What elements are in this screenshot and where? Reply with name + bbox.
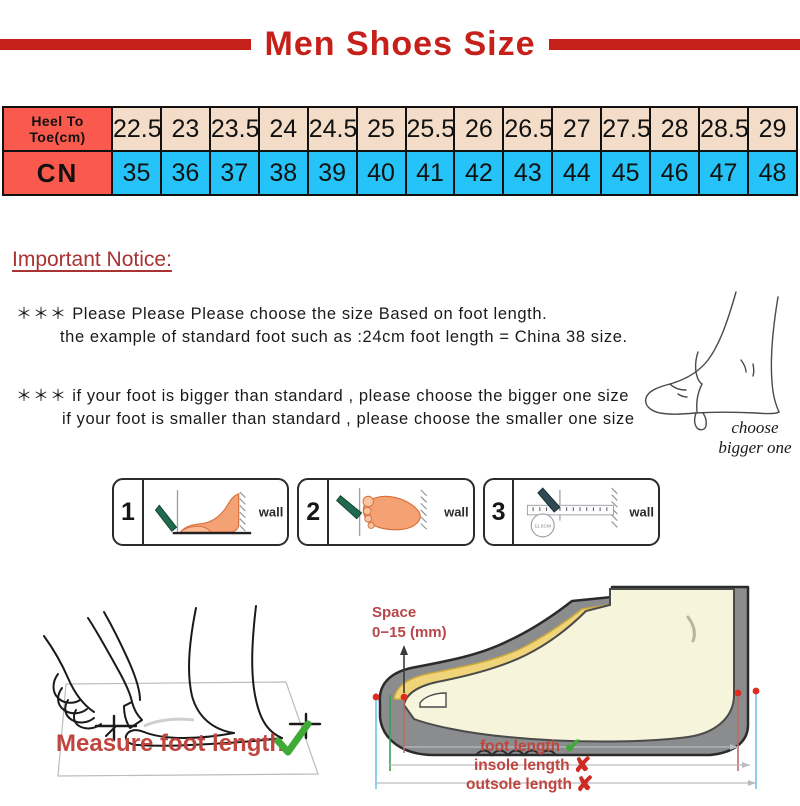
cell-cm: 28 xyxy=(649,106,701,152)
cell-cm: 29 xyxy=(746,106,799,152)
space-label-line2: 0−15 (mm) xyxy=(372,624,447,642)
cell-cn: 40 xyxy=(355,150,407,196)
space-label-line1: Space xyxy=(372,604,417,621)
cell-cm: 23.5 xyxy=(208,106,260,152)
notice-line-1: ＊＊＊ Please Please Please choose the size… xyxy=(16,300,547,324)
label-insole-length-text: insole length xyxy=(474,756,570,774)
ruler-badge-text: 11.5CM xyxy=(535,523,551,529)
cross-icon: ✘ xyxy=(575,773,594,796)
cell-cn: 36 xyxy=(159,150,211,196)
notice-heading: Important Notice: xyxy=(12,248,172,271)
step-number-1: 1 xyxy=(114,480,144,544)
row-header-cn: CN xyxy=(2,150,113,196)
wall-label-1: wall xyxy=(258,504,284,520)
notice-line-3: ＊＊＊ if your foot is bigger than standard… xyxy=(16,382,629,406)
step-3-illustration: 11.5CM wall xyxy=(514,480,658,544)
cell-cm: 26.5 xyxy=(502,106,554,152)
cell-cn: 41 xyxy=(404,150,456,196)
cell-cn: 45 xyxy=(600,150,652,196)
choose-bigger-line1: choose xyxy=(731,418,779,437)
label-outsole-length-text: outsole length xyxy=(466,775,572,793)
step-panel-1: 1 wall xyxy=(112,478,290,546)
label-insole-length: insole length ✘ xyxy=(474,755,591,776)
table-row-heel-to-toe: Heel To Toe(cm) 22.5 23 23.5 24 24.5 25 … xyxy=(2,106,799,152)
cell-cn: 37 xyxy=(208,150,260,196)
page-title: Men Shoes Size xyxy=(264,25,536,63)
step-number-2: 2 xyxy=(299,480,330,544)
measuring-steps: 1 wall 2 wall 3 11.5CM wall xyxy=(112,478,660,546)
notice-stars: ＊＊＊ xyxy=(16,306,68,323)
cell-cn: 48 xyxy=(746,150,799,196)
notice-line-3-text: if your foot is bigger than standard , p… xyxy=(72,387,630,405)
cell-cn: 39 xyxy=(306,150,358,196)
notice-stars: ＊＊＊ xyxy=(16,388,68,405)
step-panel-3: 3 11.5CM wall xyxy=(482,478,660,546)
cell-cn: 35 xyxy=(111,150,162,196)
choose-bigger-line2: bigger one xyxy=(718,437,792,457)
row-header-heel-to-toe: Heel To Toe(cm) xyxy=(2,106,113,152)
wall-label-3: wall xyxy=(629,504,654,520)
cell-cn: 47 xyxy=(698,150,749,196)
step-2-illustration: wall xyxy=(329,480,473,544)
cell-cm: 25.5 xyxy=(404,106,456,152)
cell-cn: 44 xyxy=(551,150,603,196)
wall-label-2: wall xyxy=(444,504,469,520)
cell-cn: 46 xyxy=(649,150,701,196)
cell-cm: 23 xyxy=(159,106,211,152)
page-title-bar: Men Shoes Size xyxy=(0,18,800,70)
choose-bigger-caption: choose bigger one xyxy=(700,418,800,457)
measure-foot-length-panel: Measure foot length xyxy=(18,578,358,783)
cell-cn: 43 xyxy=(502,150,554,196)
title-rule-right xyxy=(549,38,800,50)
space-label: Space 0−15 (mm) xyxy=(372,603,447,644)
shoe-cross-section-panel: Space 0−15 (mm) foot length ✔ insole len… xyxy=(358,575,800,801)
step-panel-2: 2 wall xyxy=(297,478,475,546)
step-1-illustration: wall xyxy=(144,480,288,544)
cell-cm: 25 xyxy=(355,106,407,152)
cell-cn: 42 xyxy=(453,150,505,196)
notice-line-4: if your foot is smaller than standard , … xyxy=(62,410,635,428)
table-row-cn: CN 35 36 37 38 39 40 41 42 43 44 45 46 4… xyxy=(2,150,799,196)
cell-cm: 26 xyxy=(453,106,505,152)
size-conversion-table: Heel To Toe(cm) 22.5 23 23.5 24 24.5 25 … xyxy=(2,106,799,196)
cell-cm: 27.5 xyxy=(600,106,652,152)
title-rule-left xyxy=(0,38,251,50)
measure-foot-length-caption: Measure foot length xyxy=(56,730,285,757)
label-foot-length-text: foot length xyxy=(480,737,561,755)
step-number-3: 3 xyxy=(485,480,515,544)
cell-cm: 24.5 xyxy=(306,106,358,152)
label-foot-length: foot length ✔ xyxy=(480,736,582,757)
cell-cm: 27 xyxy=(551,106,603,152)
cell-cm: 28.5 xyxy=(698,106,749,152)
label-outsole-length: outsole length ✘ xyxy=(466,774,594,795)
cell-cm: 22.5 xyxy=(111,106,162,152)
cell-cn: 38 xyxy=(257,150,309,196)
green-check-icon xyxy=(274,720,312,756)
notice-line-1-text: Please Please Please choose the size Bas… xyxy=(72,305,548,323)
notice-line-2: the example of standard foot such as :24… xyxy=(60,328,628,346)
cell-cm: 24 xyxy=(257,106,309,152)
